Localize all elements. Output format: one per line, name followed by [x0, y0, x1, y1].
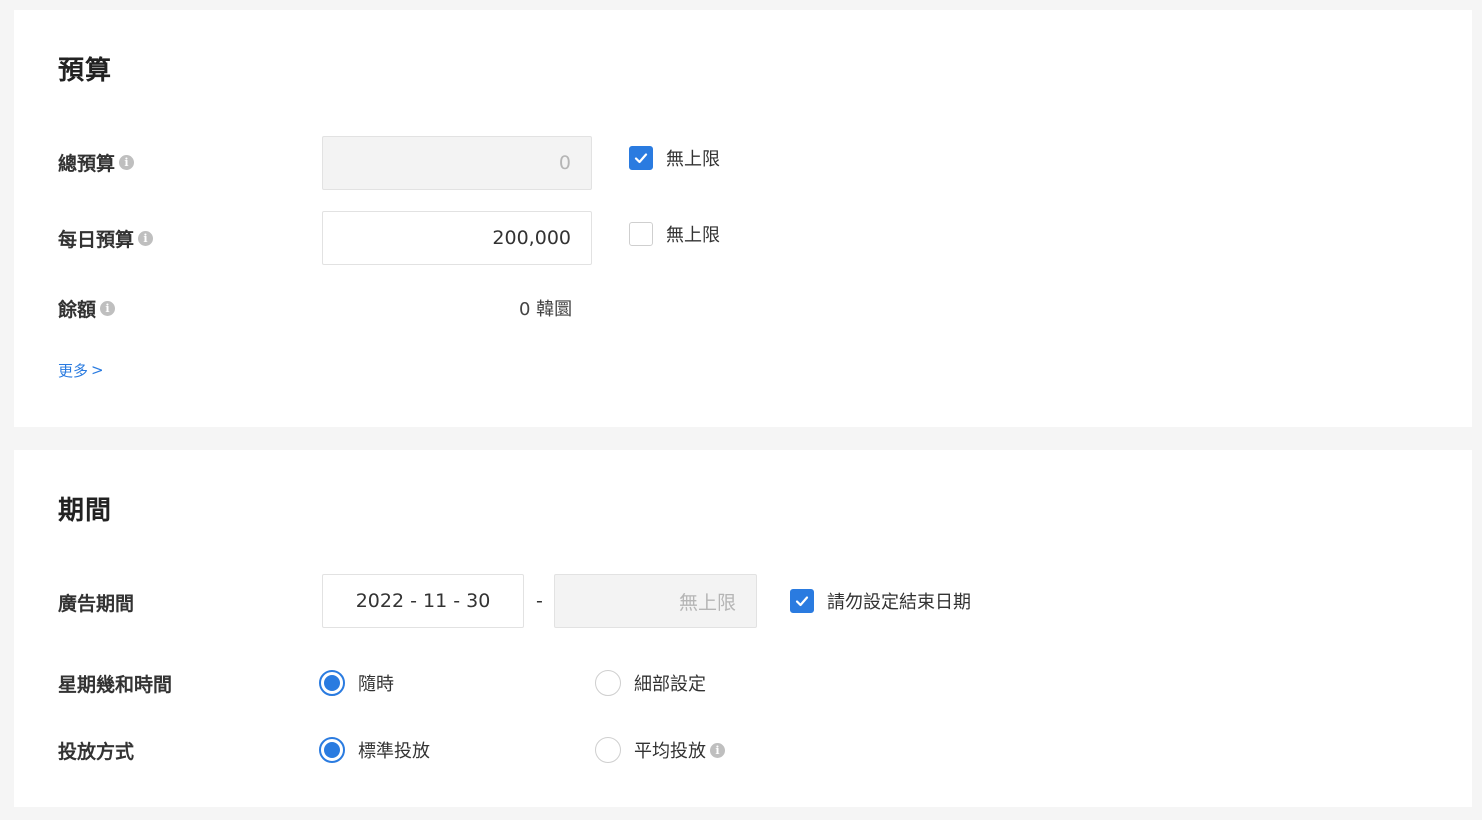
balance-label: 餘額 i	[58, 294, 116, 322]
period-section-title: 期間	[58, 496, 113, 526]
daily-budget-value: 200,000	[492, 227, 571, 249]
schedule-option-detailed[interactable]: 細部設定	[595, 669, 706, 697]
end-date-input[interactable]: 無上限	[554, 574, 757, 628]
date-range-separator: -	[536, 590, 543, 612]
delivery-option-even-label: 平均投放	[634, 741, 706, 762]
checkbox-checked[interactable]	[629, 146, 653, 170]
ad-period-label-text: 廣告期間	[58, 592, 135, 615]
total-budget-unlimited-checkbox[interactable]: 無上限	[629, 145, 720, 171]
daily-budget-unlimited-label: 無上限	[666, 225, 720, 246]
schedule-option-anytime-label: 隨時	[358, 674, 394, 695]
checkbox-checked[interactable]	[790, 589, 814, 613]
more-link[interactable]: 更多 >	[58, 359, 104, 381]
budget-section-title: 預算	[58, 56, 113, 86]
more-link-label: 更多	[58, 361, 89, 380]
radio-selected[interactable]	[319, 670, 345, 696]
checkmark-icon	[634, 153, 648, 164]
schedule-label: 星期幾和時間	[58, 669, 172, 697]
delivery-label-text: 投放方式	[58, 740, 135, 763]
no-end-date-label: 請勿設定結束日期	[827, 592, 971, 613]
daily-budget-label-text: 每日預算	[58, 228, 135, 251]
daily-budget-label: 每日預算 i	[58, 224, 154, 252]
delivery-option-standard-label: 標準投放	[358, 741, 430, 762]
info-icon[interactable]: i	[119, 154, 135, 170]
total-budget-unlimited-label: 無上限	[666, 149, 720, 170]
checkbox-unchecked[interactable]	[629, 222, 653, 246]
info-icon[interactable]: i	[100, 300, 116, 316]
daily-budget-unlimited-checkbox[interactable]: 無上限	[629, 221, 720, 247]
checkmark-icon	[795, 596, 809, 607]
budget-section: 預算 總預算 i 0 無上限 每日預算 i 200,000 無上限 餘額 i 0…	[14, 10, 1472, 427]
end-date-placeholder: 無上限	[678, 591, 736, 614]
radio-unselected[interactable]	[595, 737, 621, 763]
delivery-label: 投放方式	[58, 736, 134, 764]
total-budget-label-text: 總預算	[58, 152, 116, 175]
start-date-input[interactable]: 2022 - 11 - 30	[322, 574, 524, 628]
info-icon[interactable]: i	[710, 742, 725, 758]
balance-value: 0 韓圜	[519, 299, 573, 320]
period-section: 期間 廣告期間 2022 - 11 - 30 - 無上限 請勿設定結束日期 星期…	[14, 450, 1472, 807]
schedule-option-anytime[interactable]: 隨時	[319, 669, 394, 697]
radio-unselected[interactable]	[595, 670, 621, 696]
start-date-value: 2022 - 11 - 30	[355, 590, 491, 612]
chevron-right-icon: >	[91, 361, 104, 379]
total-budget-value: 0	[558, 152, 571, 174]
total-budget-input[interactable]: 0	[322, 136, 592, 190]
schedule-label-text: 星期幾和時間	[58, 673, 173, 696]
balance-label-text: 餘額	[58, 298, 97, 321]
total-budget-label: 總預算 i	[58, 148, 135, 176]
daily-budget-input[interactable]: 200,000	[322, 211, 592, 265]
no-end-date-checkbox[interactable]: 請勿設定結束日期	[790, 588, 971, 614]
radio-selected[interactable]	[319, 737, 345, 763]
delivery-option-standard[interactable]: 標準投放	[319, 736, 430, 764]
ad-period-label: 廣告期間	[58, 588, 134, 616]
schedule-option-detailed-label: 細部設定	[634, 674, 706, 695]
info-icon[interactable]: i	[138, 230, 154, 246]
delivery-option-even[interactable]: 平均投放 i	[595, 736, 725, 764]
